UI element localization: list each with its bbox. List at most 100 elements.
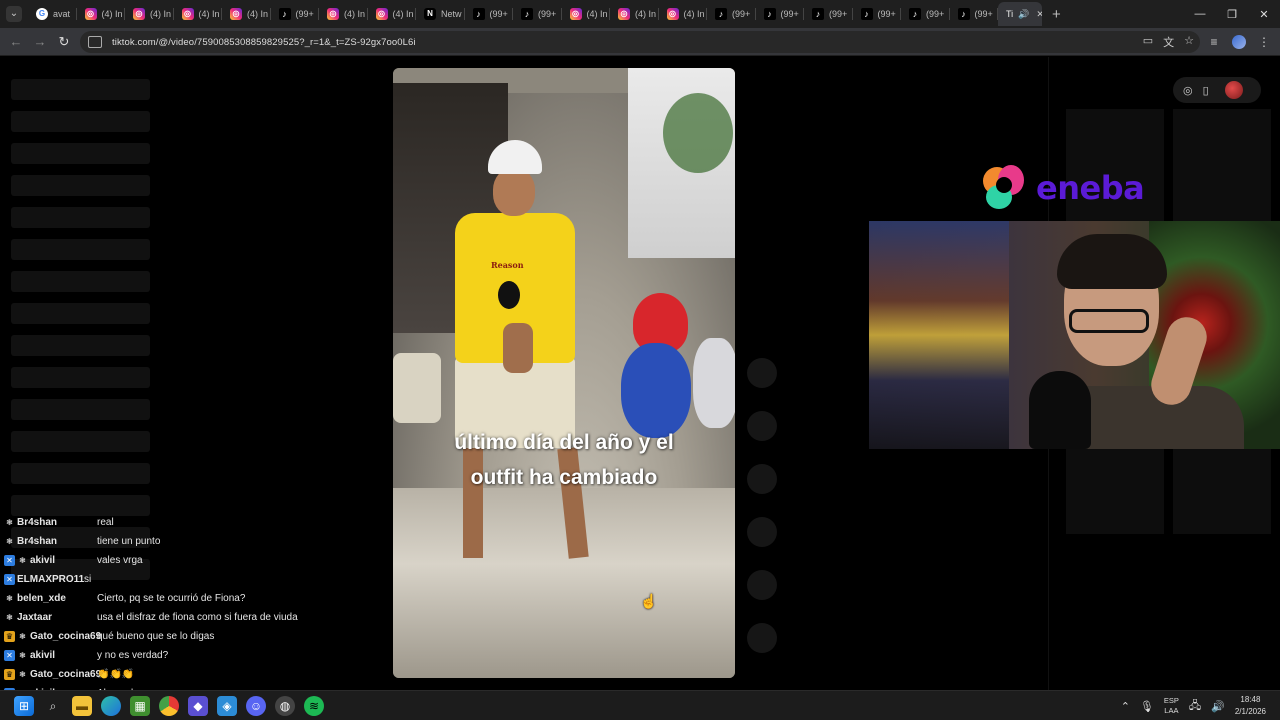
windows-start-icon[interactable]: ⊞ — [14, 696, 34, 716]
instagram-icon: ◎ — [327, 8, 339, 20]
compass-icon[interactable]: ◎ — [1183, 84, 1193, 97]
language-code: ESP — [1163, 696, 1179, 705]
tab-close-icon[interactable]: ✕ — [1036, 9, 1042, 20]
chat-username[interactable]: Gato_cocina69 — [30, 665, 101, 684]
windows-taskbar: ⊞ ⌕ ▬ ▦ ◆ ◈ ☺ ◍ ≋ ⌃ 🎙 ESP LAA 🖧 🔊 18:48 … — [0, 690, 1280, 720]
tab-active[interactable]: Ti 🔊 ✕ — [998, 2, 1042, 26]
bookmark-star-icon[interactable]: ☆ — [1184, 34, 1194, 50]
new-tab-button[interactable]: + — [1052, 6, 1061, 23]
discord-icon[interactable]: ☺ — [246, 696, 266, 716]
action-button-placeholder[interactable] — [747, 358, 777, 388]
tab[interactable]: ♪ (99+ — [950, 2, 999, 26]
tab[interactable]: ◎ (4) In — [562, 2, 611, 26]
tab[interactable]: ◎ (4) In — [125, 2, 174, 26]
search-icon[interactable]: ⌕ — [43, 696, 63, 716]
instagram-icon: ◎ — [666, 8, 679, 20]
site-info-icon[interactable] — [88, 36, 102, 48]
tab[interactable]: ◎ (4) In — [610, 2, 659, 26]
url-text[interactable]: tiktok.com/@/video/7590085308859829525?_… — [112, 37, 416, 48]
sponsor-name: eneba — [1036, 169, 1145, 207]
restore-icon[interactable]: ❐ — [1216, 0, 1248, 28]
tab[interactable]: ◎ (4) In — [174, 2, 223, 26]
tab[interactable]: ◎ (4) In — [659, 2, 708, 26]
tab[interactable]: ◎ (4) In — [319, 2, 368, 26]
tab[interactable]: ♪ (99+ — [465, 2, 514, 26]
app-icon[interactable]: ◍ — [275, 696, 295, 716]
back-icon[interactable]: ← — [4, 30, 28, 54]
chat-badge-icon: ❃ — [19, 556, 26, 565]
tab-audio-icon[interactable]: 🔊 — [1018, 9, 1029, 20]
tab[interactable]: ♪ (99+ — [707, 2, 756, 26]
phone-icon[interactable]: ▯ — [1203, 84, 1209, 97]
tab[interactable]: ♪ (99+ — [901, 2, 950, 26]
chat-username[interactable]: belen_xde — [17, 589, 97, 608]
action-button-placeholder[interactable] — [747, 411, 777, 441]
minimize-icon[interactable]: — — [1184, 0, 1216, 28]
chat-username[interactable]: akivil — [30, 646, 97, 665]
tab[interactable]: ◎ (4) In — [77, 2, 126, 26]
chat-username[interactable]: Br4shan — [17, 532, 97, 551]
tab[interactable]: ◎ (4) In — [368, 2, 417, 26]
edge-icon[interactable] — [101, 696, 121, 716]
app-icon[interactable]: ◆ — [188, 696, 208, 716]
action-button-placeholder[interactable] — [747, 623, 777, 653]
tab-title: (99+ — [489, 9, 508, 19]
instagram-icon: ◎ — [230, 8, 242, 20]
video-action-rail — [747, 358, 777, 676]
chat-username[interactable]: Gato_cocina69 — [30, 627, 101, 646]
tab[interactable]: Gavat — [28, 2, 77, 26]
chat-badge-icon: ❃ — [6, 613, 13, 622]
chrome-icon[interactable] — [159, 696, 179, 716]
video-player[interactable]: Reason último día del año y el outfit ha… — [393, 68, 735, 678]
chat-username[interactable]: ELMAXPRO11 — [17, 570, 84, 589]
chat-username[interactable]: akivil — [30, 551, 97, 570]
chat-message: ✕ ❃ akivil y no es verdad? — [4, 646, 324, 665]
video-person-leg — [463, 448, 483, 558]
close-window-icon[interactable]: ✕ — [1248, 0, 1280, 28]
tab[interactable]: ♪ (99+ — [804, 2, 853, 26]
menu-icon[interactable]: ⋮ — [1254, 30, 1274, 54]
reload-icon[interactable]: ↻ — [52, 30, 76, 54]
chat-username[interactable]: Jaxtaar — [17, 608, 97, 627]
tab-title: avat — [53, 9, 71, 19]
network-icon[interactable]: 🖧 — [1189, 697, 1201, 716]
translate-icon[interactable]: 文 — [1163, 34, 1174, 50]
skeleton-item — [11, 111, 150, 132]
forward-icon[interactable]: → — [28, 30, 52, 54]
chat-badge-icon: ❃ — [6, 537, 13, 546]
tab[interactable]: ♪ (99+ — [271, 2, 320, 26]
user-avatar[interactable] — [1224, 81, 1243, 99]
action-button-placeholder[interactable] — [747, 464, 777, 494]
media-control-icon[interactable]: ≡ — [1204, 30, 1224, 54]
tab[interactable]: ♪ (99+ — [756, 2, 805, 26]
video-scene-plant — [663, 93, 733, 173]
profile-avatar[interactable] — [1232, 35, 1246, 49]
spotify-icon[interactable]: ≋ — [304, 696, 324, 716]
chat-message: ❃ belen_xde Cierto, pq se te ocurrió de Fi… — [4, 589, 324, 608]
cast-icon[interactable]: ▭ — [1143, 34, 1153, 50]
app-icon[interactable]: ◈ — [217, 696, 237, 716]
chat-badge-icon: ❃ — [6, 594, 13, 603]
chat-username[interactable]: Br4shan — [17, 513, 97, 532]
tab-search-icon[interactable]: ⌄ — [6, 6, 22, 22]
tray-overflow-icon[interactable]: ⌃ — [1121, 700, 1130, 713]
tiktok-icon: ♪ — [521, 8, 533, 20]
tab[interactable]: N Netw — [416, 2, 465, 26]
clock[interactable]: 18:48 2/1/2026 — [1235, 694, 1266, 718]
action-button-placeholder[interactable] — [747, 517, 777, 547]
tab[interactable]: ♪ (99+ — [853, 2, 902, 26]
file-explorer-icon[interactable]: ▬ — [72, 696, 92, 716]
action-button-placeholder[interactable] — [747, 570, 777, 600]
skeleton-item — [11, 271, 150, 292]
chat-message: ✕ ELMAXPRO11 si — [4, 570, 324, 589]
volume-icon[interactable]: 🔊 — [1211, 700, 1225, 713]
chat-badge-icon: ♛ — [4, 669, 15, 680]
microphone-icon[interactable]: 🎙 — [1140, 700, 1154, 713]
tab[interactable]: ◎ (4) In — [222, 2, 271, 26]
language-indicator[interactable]: ESP LAA — [1164, 696, 1179, 716]
tab-title: (4) In — [150, 9, 172, 19]
minecraft-icon[interactable]: ▦ — [130, 696, 150, 716]
tab-title: (99+ — [974, 9, 993, 19]
tab[interactable]: ♪ (99+ — [513, 2, 562, 26]
address-bar[interactable]: tiktok.com/@/video/7590085308859829525?_… — [80, 31, 1200, 53]
